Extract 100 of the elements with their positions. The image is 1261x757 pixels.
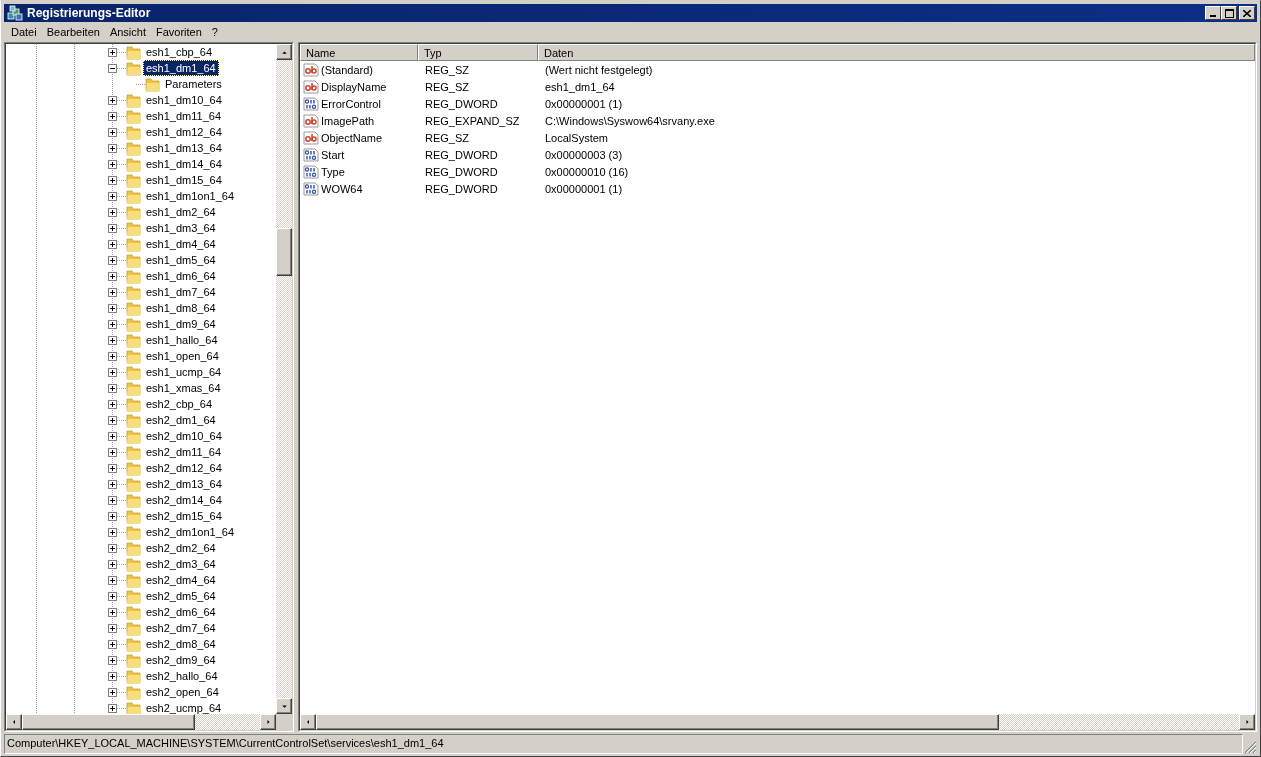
menu-item[interactable]: Favoriten	[151, 25, 207, 38]
column-header[interactable]: Typ	[418, 44, 538, 61]
expand-button[interactable]	[108, 383, 117, 393]
tree-item[interactable]: esh1_cbp_64	[6, 44, 276, 60]
tree-item[interactable]: esh2_dm6_64	[6, 604, 276, 620]
tree-item[interactable]: esh2_dm11_64	[6, 444, 276, 460]
expand-button[interactable]	[108, 143, 117, 153]
tree-item[interactable]: esh1_dm1_64	[6, 60, 276, 76]
tree-item[interactable]: esh2_dm4_64	[6, 572, 276, 588]
expand-button[interactable]	[108, 367, 117, 377]
tree-item[interactable]: esh1_open_64	[6, 348, 276, 364]
expand-button[interactable]	[108, 127, 117, 137]
expand-button[interactable]	[108, 511, 117, 521]
menu-item[interactable]: Bearbeiten	[41, 25, 105, 38]
horizontal-scrollbar[interactable]	[6, 714, 292, 730]
tree-item[interactable]: esh2_dm7_64	[6, 620, 276, 636]
tree-item[interactable]: esh2_dm2_64	[6, 540, 276, 556]
expand-button[interactable]	[108, 655, 117, 665]
expand-button[interactable]	[108, 191, 117, 201]
menu-item[interactable]: Ansicht	[104, 25, 151, 38]
tree-item[interactable]: esh2_dm15_64	[6, 508, 276, 524]
value-row[interactable]: (Standard) REG_SZ (Wert nicht festgelegt)	[300, 61, 1255, 78]
expand-button[interactable]	[108, 415, 117, 425]
expand-button[interactable]	[108, 527, 117, 537]
tree-item[interactable]: esh2_hallo_64	[6, 668, 276, 684]
expand-button[interactable]	[108, 207, 117, 217]
tree-item[interactable]: esh1_ucmp_64	[6, 364, 276, 380]
expand-button[interactable]	[108, 239, 117, 249]
tree-item[interactable]: esh2_open_64	[6, 684, 276, 700]
scrollbar-thumb[interactable]	[316, 714, 999, 730]
tree-item[interactable]: esh1_dm15_64	[6, 172, 276, 188]
expand-button[interactable]	[108, 95, 117, 105]
expand-button[interactable]	[108, 319, 117, 329]
tree-item[interactable]: esh1_dm14_64	[6, 156, 276, 172]
tree-item[interactable]: esh2_dm13_64	[6, 476, 276, 492]
expand-button[interactable]	[108, 591, 117, 601]
expand-button[interactable]	[108, 687, 117, 697]
expand-button[interactable]	[108, 431, 117, 441]
expand-button[interactable]	[108, 111, 117, 121]
expand-button[interactable]	[108, 287, 117, 297]
tree-item[interactable]: esh1_dm3_64	[6, 220, 276, 236]
expand-button[interactable]	[108, 335, 117, 345]
value-row[interactable]: ObjectName REG_SZ LocalSystem	[300, 129, 1255, 146]
tree-item[interactable]: esh1_dm4_64	[6, 236, 276, 252]
expand-button[interactable]	[108, 639, 117, 649]
scroll-right-button[interactable]	[260, 714, 276, 730]
scroll-up-button[interactable]	[276, 44, 292, 60]
scroll-left-button[interactable]	[6, 714, 22, 730]
tree-item[interactable]: esh1_dm13_64	[6, 140, 276, 156]
tree-item[interactable]: esh1_dm8_64	[6, 300, 276, 316]
expand-button[interactable]	[108, 479, 117, 489]
tree-item[interactable]: esh2_dm8_64	[6, 636, 276, 652]
expand-button[interactable]	[108, 175, 117, 185]
tree-item[interactable]: esh2_dm12_64	[6, 460, 276, 476]
minimize-button[interactable]	[1205, 6, 1221, 20]
menu-item[interactable]: Datei	[6, 25, 42, 38]
scrollbar-thumb[interactable]	[276, 228, 292, 276]
menu-item[interactable]: ?	[206, 25, 223, 38]
column-header[interactable]: Daten	[538, 44, 1255, 61]
tree-item[interactable]: esh2_dm1on1_64	[6, 524, 276, 540]
tree-item[interactable]: esh1_xmas_64	[6, 380, 276, 396]
expand-button[interactable]	[108, 543, 117, 553]
collapse-button[interactable]	[108, 63, 117, 73]
expand-button[interactable]	[108, 559, 117, 569]
resize-grip-icon[interactable]	[1243, 740, 1257, 754]
tree-item[interactable]: esh1_dm6_64	[6, 268, 276, 284]
expand-button[interactable]	[108, 271, 117, 281]
scroll-left-button[interactable]	[300, 714, 316, 730]
tree-item[interactable]: esh1_dm7_64	[6, 284, 276, 300]
scrollbar-thumb[interactable]	[22, 714, 195, 730]
tree-item[interactable]: esh1_dm9_64	[6, 316, 276, 332]
scroll-right-button[interactable]	[1239, 714, 1255, 730]
value-row[interactable]: ImagePath REG_EXPAND_SZ C:\Windows\Syswow64\srvany.exe	[300, 112, 1255, 129]
tree-item[interactable]: esh2_cbp_64	[6, 396, 276, 412]
tree-item[interactable]: esh1_hallo_64	[6, 332, 276, 348]
tree-item[interactable]: esh2_dm14_64	[6, 492, 276, 508]
tree-item[interactable]: esh1_dm2_64	[6, 204, 276, 220]
value-row[interactable]: Start REG_DWORD 0x00000003 (3)	[300, 146, 1255, 163]
expand-button[interactable]	[108, 463, 117, 473]
tree-item[interactable]: Parameters	[6, 76, 276, 92]
tree-item[interactable]: esh2_dm3_64	[6, 556, 276, 572]
expand-button[interactable]	[108, 495, 117, 505]
tree-item[interactable]: esh2_dm1_64	[6, 412, 276, 428]
expand-button[interactable]	[108, 255, 117, 265]
scroll-down-button[interactable]	[276, 698, 292, 714]
close-button[interactable]	[1239, 6, 1255, 20]
expand-button[interactable]	[108, 623, 117, 633]
tree-item[interactable]: esh1_dm10_64	[6, 92, 276, 108]
expand-button[interactable]	[108, 159, 117, 169]
tree-item[interactable]: esh1_dm5_64	[6, 252, 276, 268]
expand-button[interactable]	[108, 607, 117, 617]
value-row[interactable]: DisplayName REG_SZ esh1_dm1_64	[300, 78, 1255, 95]
tree-item[interactable]: esh1_dm1on1_64	[6, 188, 276, 204]
column-header[interactable]: Name	[300, 44, 418, 61]
value-row[interactable]: Type REG_DWORD 0x00000010 (16)	[300, 163, 1255, 180]
expand-button[interactable]	[108, 671, 117, 681]
maximize-button[interactable]	[1221, 6, 1237, 20]
horizontal-scrollbar[interactable]	[300, 714, 1255, 730]
tree-item[interactable]: esh1_dm11_64	[6, 108, 276, 124]
expand-button[interactable]	[108, 575, 117, 585]
